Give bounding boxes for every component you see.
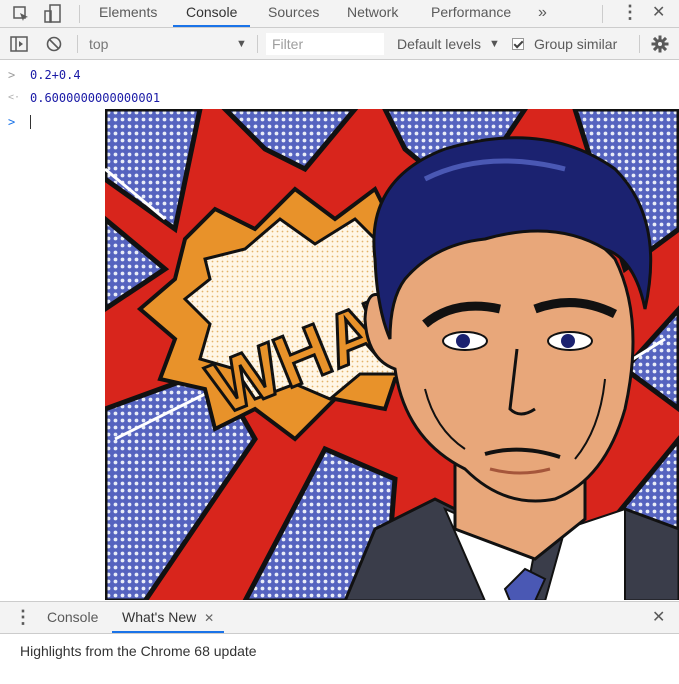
- tab-performance[interactable]: Performance: [431, 0, 511, 27]
- inspect-element-icon[interactable]: [12, 5, 30, 23]
- console-expression: 0.2+0.4: [30, 68, 81, 82]
- show-sidebar-icon[interactable]: [10, 36, 28, 52]
- drawer-menu-button[interactable]: ⋮: [14, 602, 32, 633]
- console-result-value: 0.6000000000000001: [30, 91, 161, 105]
- device-toolbar-icon[interactable]: [44, 4, 62, 24]
- context-selector[interactable]: top: [89, 36, 108, 52]
- toolbar-divider: [639, 35, 640, 53]
- chevron-down-icon[interactable]: ▼: [489, 36, 500, 52]
- whats-new-heading: Highlights from the Chrome 68 update: [20, 643, 257, 659]
- chevron-down-icon[interactable]: ▼: [236, 36, 247, 52]
- more-tabs-button[interactable]: »: [538, 0, 547, 27]
- toolbar-divider: [79, 5, 80, 23]
- text-cursor: [30, 115, 31, 129]
- tab-network[interactable]: Network: [347, 0, 398, 27]
- tab-console[interactable]: Console: [173, 0, 251, 27]
- drawer-tab-console[interactable]: Console: [47, 602, 98, 633]
- toolbar-divider: [77, 35, 78, 53]
- console-output[interactable]: > 0.2+0.4 <· 0.6000000000000001 > WHAT?: [0, 60, 679, 600]
- drawer-tabbar: ⋮ Console What's New ✕ ✕: [0, 601, 679, 634]
- devtools-tabbar: Elements Console Sources Network Perform…: [0, 0, 679, 28]
- drawer-tab-label: What's New: [122, 609, 197, 625]
- toolbar-divider: [257, 35, 258, 53]
- log-levels-dropdown[interactable]: Default levels: [397, 36, 481, 52]
- drawer-tab-whats-new[interactable]: What's New ✕: [112, 602, 225, 633]
- close-drawer-button[interactable]: ✕: [652, 602, 665, 633]
- close-icon[interactable]: ✕: [204, 611, 214, 625]
- input-prompt-icon: >: [8, 115, 16, 129]
- close-devtools-button[interactable]: ✕: [652, 0, 665, 27]
- group-similar-checkbox[interactable]: [512, 38, 524, 50]
- filter-input[interactable]: [266, 33, 384, 55]
- tab-sources[interactable]: Sources: [268, 0, 319, 27]
- input-prompt-icon: >: [8, 68, 16, 82]
- toolbar-divider: [602, 5, 603, 23]
- pop-art-image: WHAT?: [105, 109, 679, 600]
- clear-console-icon[interactable]: [46, 36, 62, 52]
- gear-icon[interactable]: [651, 35, 669, 53]
- tab-elements[interactable]: Elements: [99, 0, 157, 27]
- console-toolbar: top ▼ Default levels ▼ Group similar: [0, 28, 679, 60]
- group-similar-label: Group similar: [534, 36, 618, 52]
- result-arrow-icon: <·: [8, 92, 21, 103]
- devtools-menu-button[interactable]: ⋮: [621, 0, 639, 27]
